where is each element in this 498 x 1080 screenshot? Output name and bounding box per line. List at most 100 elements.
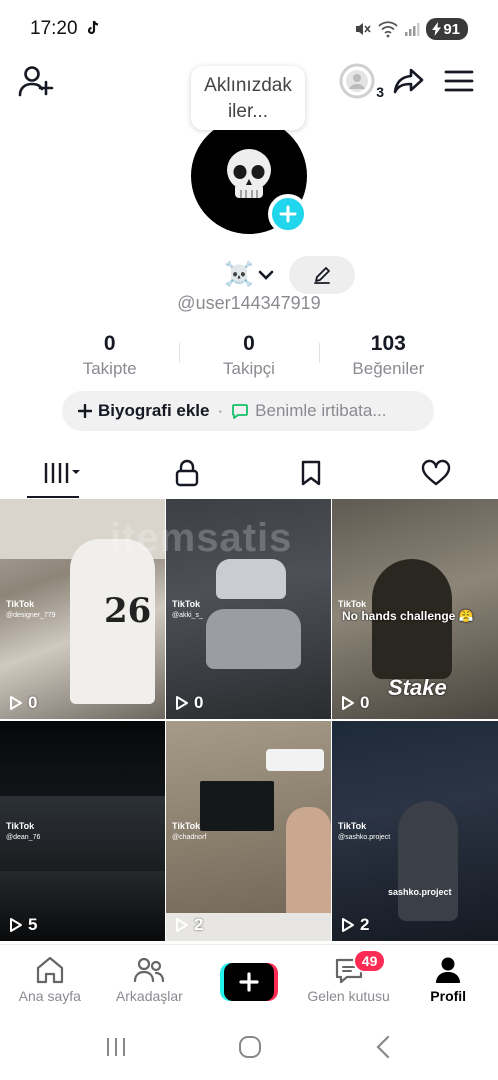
tab-saved[interactable] <box>249 448 374 498</box>
nav-label: Gelen kutusu <box>307 988 390 1004</box>
inbox-badge: 49 <box>352 949 387 973</box>
tiktok-mark: TikTok <box>6 599 35 609</box>
tiktok-mark: TikTok <box>172 821 201 831</box>
stat-label: Beğeniler <box>352 359 425 378</box>
play-count: 5 <box>9 915 37 935</box>
signal-icon <box>405 23 420 36</box>
plus-icon <box>78 404 92 418</box>
thumb-car <box>206 609 301 669</box>
tab-private[interactable] <box>125 448 250 498</box>
stat-likes[interactable]: 103 Beğeniler <box>318 331 458 381</box>
view-count: 2 <box>360 915 370 934</box>
pencil-icon <box>314 267 330 284</box>
hamburger-menu-icon[interactable] <box>442 64 476 98</box>
content-tabs <box>0 448 498 498</box>
add-story-button[interactable] <box>268 194 308 234</box>
note-bubble[interactable]: Aklınızdak iler... <box>191 66 305 130</box>
stat-following[interactable]: 0 Takipte <box>40 331 179 381</box>
create-core <box>223 963 274 1001</box>
tiktok-watermark: TikTok @sashko.project <box>338 821 390 843</box>
play-count: 2 <box>175 915 203 935</box>
edit-profile-button[interactable] <box>289 256 355 294</box>
stat-label: Takipçi <box>223 359 275 378</box>
play-count: 0 <box>9 693 37 713</box>
status-time: 17:20 <box>30 18 78 39</box>
play-icon <box>176 918 188 932</box>
contact-label: Benimle irtibata... <box>255 401 387 420</box>
video-thumbnail[interactable]: TikTok @sashko.project sashko.project 2 <box>332 721 498 941</box>
contact-button[interactable]: Benimle irtibata... <box>231 401 387 421</box>
header-actions: 3 <box>338 62 476 100</box>
tab-videos[interactable] <box>0 448 125 498</box>
wifi-icon <box>378 21 398 38</box>
nav-inbox[interactable]: 49 Gelen kutusu <box>299 945 399 1014</box>
stat-value: 0 <box>243 332 255 355</box>
nav-create[interactable] <box>199 945 299 1014</box>
tiktok-watermark: TikTok @chadnorf <box>172 821 206 843</box>
video-overlay-text: No hands challenge 😤 <box>342 609 474 623</box>
name-row: ☠️ <box>0 256 498 294</box>
add-bio-label: Biyografi ekle <box>98 401 210 420</box>
play-count: 0 <box>175 693 203 713</box>
view-count: 0 <box>360 693 370 712</box>
nav-home[interactable]: Ana sayfa <box>0 945 100 1014</box>
friends-icon <box>134 957 165 983</box>
creator-handle: @chadnorf <box>172 834 207 841</box>
thumb-car <box>216 559 286 599</box>
battery-level: 91 <box>443 20 460 38</box>
nav-friends[interactable]: Arkadaşlar <box>100 945 200 1014</box>
home-button-icon[interactable] <box>237 1034 263 1060</box>
story-avatar-icon <box>339 63 375 99</box>
creator-handle: @akki_s_ <box>172 612 203 619</box>
play-icon <box>342 918 354 932</box>
view-count: 0 <box>28 693 38 712</box>
bookmark-icon <box>302 460 321 486</box>
creator-handle: @sashko.project <box>338 834 391 841</box>
tiktok-mark: TikTok <box>6 821 35 831</box>
story-views-button[interactable]: 3 <box>338 62 384 100</box>
display-name: ☠️ <box>224 261 254 288</box>
play-count: 2 <box>341 915 369 935</box>
charging-icon <box>432 22 442 36</box>
nav-profile[interactable]: Profil <box>398 945 498 1014</box>
nav-label: Profil <box>430 988 467 1004</box>
video-grid: 26 TikTok @designer_779 0 TikTok @akki_s… <box>0 499 498 941</box>
tiktok-watermark: TikTok @designer_779 <box>6 599 56 621</box>
bio-separator: · <box>217 401 224 420</box>
share-arrow-icon[interactable] <box>392 64 426 98</box>
thumb-tv <box>200 781 274 831</box>
chevron-down-icon <box>258 270 274 280</box>
site-watermark: itemsatis <box>110 516 293 560</box>
heart-icon <box>421 459 450 486</box>
mute-icon <box>356 23 371 35</box>
video-thumbnail[interactable]: TikTok No hands challenge 😤 Stake 0 <box>332 499 498 719</box>
stat-followers[interactable]: 0 Takipçi <box>179 331 318 381</box>
username: @user144347919 <box>177 293 321 313</box>
battery-indicator: 91 <box>426 18 468 40</box>
profile-stats: 0 Takipte 0 Takipçi 103 Beğeniler <box>40 331 458 381</box>
play-icon <box>10 696 22 710</box>
add-friend-icon[interactable] <box>18 64 54 98</box>
tab-liked[interactable] <box>374 448 498 498</box>
creator-handle: @dean_76 <box>6 834 41 841</box>
tiktok-logo-icon <box>87 20 99 35</box>
view-count: 5 <box>28 915 38 934</box>
video-thumbnail[interactable]: TikTok @chadnorf 2 <box>166 721 331 941</box>
play-icon <box>176 696 188 710</box>
recent-apps-icon[interactable] <box>104 1035 128 1059</box>
create-button[interactable] <box>219 963 278 1001</box>
thumb-figure <box>286 807 331 917</box>
add-bio-button[interactable]: Biyografi ekle <box>78 401 210 421</box>
video-caption: sashko.project <box>388 887 452 897</box>
display-name-switcher[interactable]: ☠️ <box>224 260 274 289</box>
back-icon[interactable] <box>372 1034 394 1060</box>
bottom-nav: Ana sayfa Arkadaşlar 49 Gelen kutusu Pro… <box>0 944 498 1014</box>
stat-label: Takipte <box>82 359 137 378</box>
tiktok-mark: TikTok <box>338 821 367 831</box>
plus-icon <box>239 972 259 992</box>
nav-label: Ana sayfa <box>18 988 81 1004</box>
status-bar: 17:20 91 <box>0 0 498 58</box>
video-thumbnail[interactable]: TikTok @dean_76 5 <box>0 721 165 941</box>
play-icon <box>342 696 354 710</box>
lock-icon <box>175 459 198 487</box>
